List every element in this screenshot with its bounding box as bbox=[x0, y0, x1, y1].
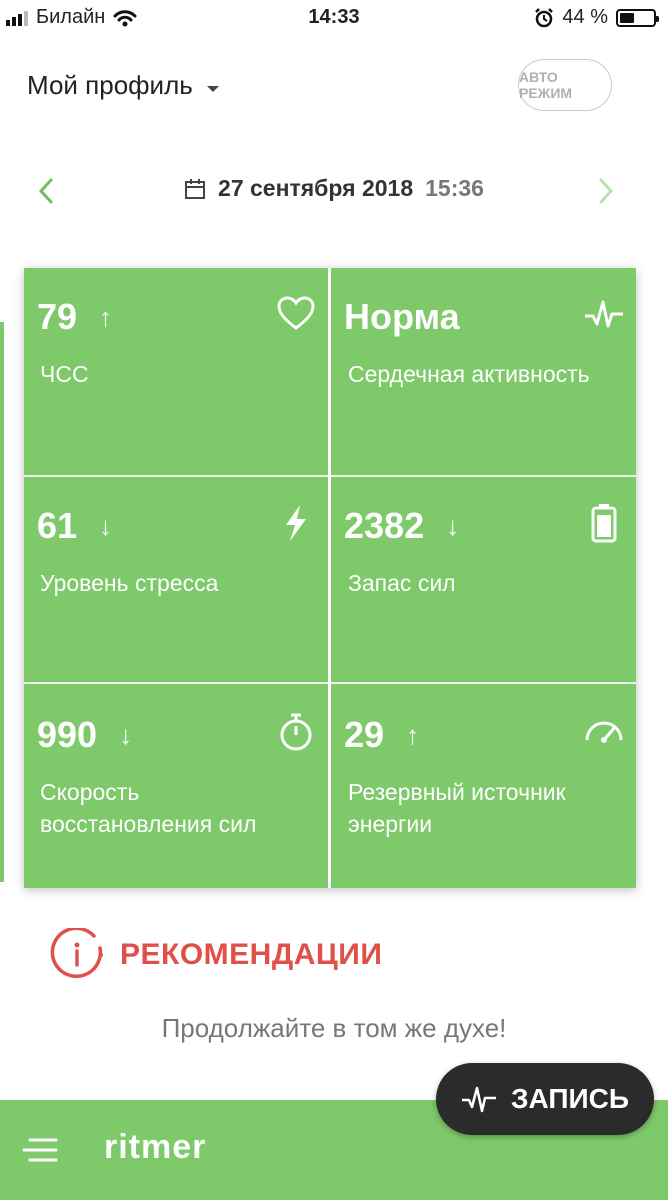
calendar-icon bbox=[185, 178, 206, 199]
metric-energy-reserve[interactable]: 2382 ↓ Запас сил bbox=[332, 477, 636, 684]
metric-value: 29 bbox=[344, 714, 385, 755]
date-display[interactable]: 27 сентября 2018 15:36 bbox=[0, 175, 668, 202]
metric-reserve-energy-source[interactable]: 29 ↑ Резервный источник энергии bbox=[332, 686, 636, 893]
metric-label: Сердечная активность bbox=[348, 361, 590, 387]
info-icon bbox=[50, 928, 103, 978]
trend-down-icon: ↓ bbox=[446, 510, 460, 541]
metric-label: ЧСС bbox=[40, 361, 89, 387]
stopwatch-icon bbox=[280, 713, 312, 751]
metric-heart-rate[interactable]: 79 ↑ ЧСС bbox=[24, 268, 328, 475]
trend-down-icon: ↓ bbox=[99, 510, 113, 541]
recommendations-title: РЕКОМЕНДАЦИИ bbox=[120, 938, 383, 971]
date-text: 27 сентября 2018 bbox=[218, 175, 414, 201]
metric-value: 2382 bbox=[344, 505, 425, 546]
battery-icon bbox=[616, 8, 659, 27]
battery-percent: 44 % bbox=[562, 6, 608, 28]
lightning-icon bbox=[286, 505, 306, 541]
menu-icon[interactable] bbox=[22, 1136, 62, 1164]
gauge-icon bbox=[585, 721, 623, 743]
metric-value: 61 bbox=[37, 505, 78, 546]
metric-stress-level[interactable]: 61 ↓ Уровень стресса bbox=[24, 477, 328, 684]
metric-label: Запас сил bbox=[348, 570, 456, 596]
chevron-right-icon[interactable] bbox=[590, 176, 620, 206]
profile-label: Мой профиль bbox=[27, 70, 193, 100]
metrics-grid: 79 ↑ ЧСС Норма Сердечная активность 61 ↓ У… bbox=[24, 268, 636, 888]
pulse-icon bbox=[585, 300, 623, 328]
heart-icon bbox=[277, 296, 315, 330]
time-text: 15:36 bbox=[425, 175, 484, 201]
metric-label: Резервный источник энергии bbox=[348, 779, 566, 837]
status-bar: Билайн 14:33 44 % bbox=[0, 0, 668, 40]
recommendations-header[interactable]: РЕКОМЕНДАЦИИ bbox=[50, 928, 382, 982]
metric-value: 79 bbox=[37, 296, 78, 337]
metric-label: Скорость восстановления сил bbox=[40, 779, 257, 837]
trend-up-icon: ↑ bbox=[99, 301, 113, 332]
metric-label: Уровень стресса bbox=[40, 570, 219, 596]
metric-value: Норма bbox=[344, 296, 460, 337]
trend-down-icon: ↓ bbox=[119, 719, 133, 750]
recommendation-text: Продолжайте в том же духе! bbox=[161, 1013, 507, 1043]
grid-divider-vertical bbox=[328, 268, 331, 888]
record-button[interactable]: ЗАПИСЬ bbox=[436, 1063, 654, 1135]
metric-value: 990 bbox=[37, 714, 98, 755]
caret-down-icon bbox=[206, 85, 219, 92]
alarm-icon bbox=[535, 7, 554, 27]
record-label: ЗАПИСЬ bbox=[511, 1083, 629, 1114]
auto-mode-button[interactable]: АВТО РЕЖИМ bbox=[518, 59, 612, 111]
status-right: 44 % bbox=[534, 6, 659, 29]
previous-card-peek bbox=[0, 322, 4, 882]
profile-selector[interactable]: Мой профиль bbox=[27, 70, 219, 101]
metric-heart-activity[interactable]: Норма Сердечная активность bbox=[332, 268, 636, 475]
battery-icon bbox=[591, 504, 617, 543]
metric-recovery-speed[interactable]: 990 ↓ Скорость восстановления сил bbox=[24, 686, 328, 893]
app-logo: ritmer bbox=[104, 1128, 207, 1166]
trend-up-icon: ↑ bbox=[406, 719, 420, 750]
pulse-icon bbox=[462, 1086, 496, 1113]
